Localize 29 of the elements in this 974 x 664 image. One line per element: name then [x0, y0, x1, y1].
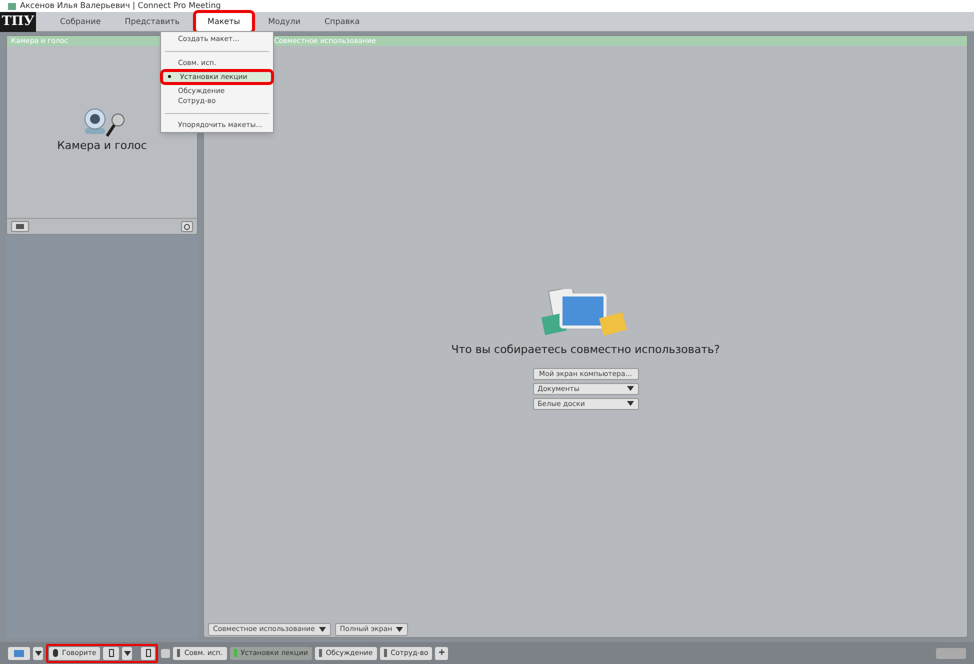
layout-icon [234, 649, 237, 657]
camera-toggle-button[interactable] [11, 221, 29, 232]
caret-icon [318, 626, 326, 632]
zoom-button[interactable] [181, 221, 193, 232]
phone-button[interactable] [103, 646, 120, 660]
layout-icon [177, 649, 180, 657]
caret-icon [626, 386, 634, 392]
phone-caret-button[interactable] [122, 646, 132, 660]
menu-item[interactable]: Справка [312, 12, 372, 30]
caret-icon [396, 626, 404, 632]
caret-icon [626, 401, 634, 406]
window-title: Аксенов Илья Валерьевич | Connect Pro Meeting [20, 0, 221, 12]
device-button[interactable] [141, 646, 156, 660]
menu-caret-button[interactable] [33, 646, 43, 660]
caret-icon [124, 650, 131, 656]
menu-item[interactable]: Собрание [48, 12, 113, 30]
layout-icon [384, 649, 387, 657]
app-icon [8, 2, 16, 10]
menu-item[interactable]: Представить [112, 12, 192, 30]
menu-item[interactable]: Модули [256, 12, 312, 30]
bullet-icon [168, 75, 171, 78]
layout-icon [318, 649, 322, 657]
menu-item[interactable]: Макеты [196, 12, 252, 30]
share-question: Что вы собираетесь совместно использовать? [451, 342, 720, 358]
pod-label: Камера и голос [57, 138, 147, 154]
logo: ТПУ [0, 12, 36, 32]
caret-icon [34, 650, 42, 656]
window-icon [14, 650, 24, 656]
add-layout-button[interactable]: + [435, 646, 448, 660]
